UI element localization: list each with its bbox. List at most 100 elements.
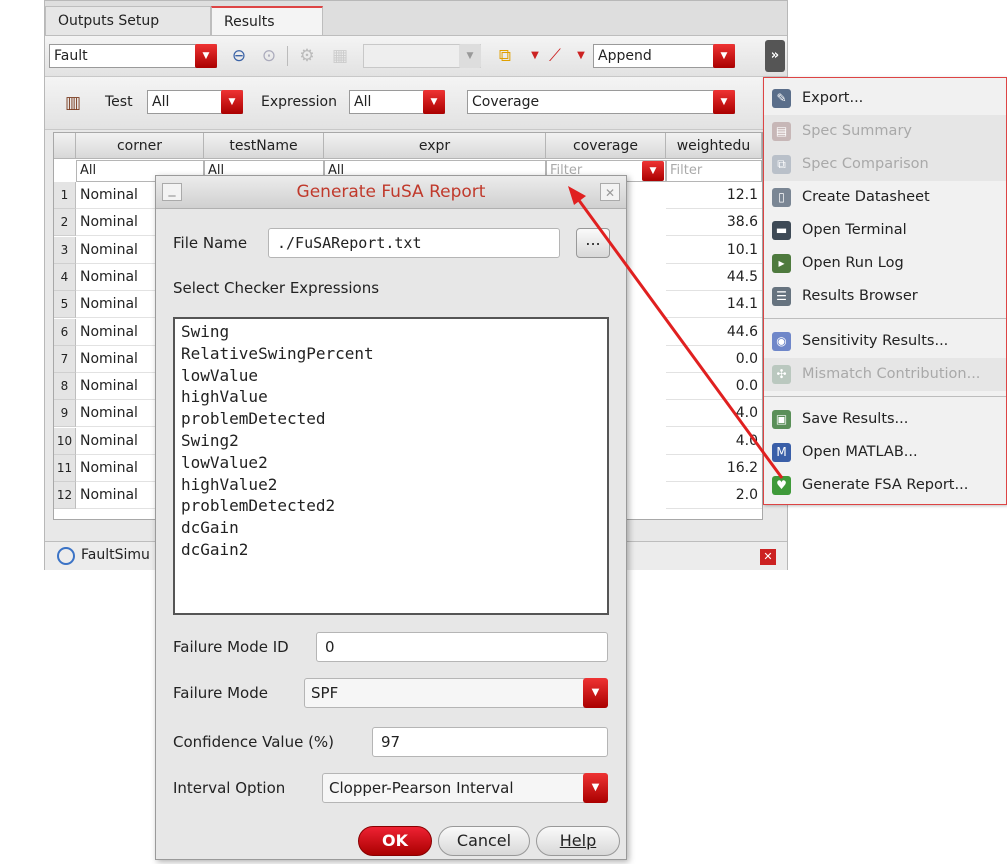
tab-outputs-setup[interactable]: Outputs Setup: [45, 6, 211, 35]
weighted-cell[interactable]: 0.0: [666, 346, 762, 373]
weighted-cell[interactable]: 44.6: [666, 319, 762, 346]
expression-item[interactable]: Swing: [181, 321, 601, 343]
weighted-cell[interactable]: 10.1: [666, 237, 762, 264]
menu-item-generate-fsa-report[interactable]: ♥ Generate FSA Report...: [764, 469, 1006, 502]
column-header-testname[interactable]: testName: [204, 133, 324, 159]
failure-mode-id-input[interactable]: 0: [316, 632, 608, 662]
column-header-corner[interactable]: corner: [76, 133, 204, 159]
column-header-coverage[interactable]: coverage: [546, 133, 666, 159]
expression-item[interactable]: lowValue: [181, 365, 601, 387]
file-name-label: File Name: [173, 234, 248, 252]
row-number[interactable]: 5: [54, 291, 76, 319]
tab-results[interactable]: Results: [211, 6, 323, 35]
chevron-down-icon[interactable]: ▼: [642, 161, 664, 181]
menu-item-save-results[interactable]: ▣ Save Results...: [764, 403, 1006, 436]
plot-icon[interactable]: ⟋: [543, 44, 567, 68]
menu-item-label: Create Datasheet: [802, 189, 930, 205]
confidence-value-input[interactable]: 97: [372, 727, 608, 757]
menu-item-open-matlab[interactable]: M Open MATLAB...: [764, 436, 1006, 469]
browse-button[interactable]: ...: [576, 228, 610, 258]
chevron-down-icon: ▼: [583, 678, 608, 708]
menu-item-open-terminal[interactable]: ▬ Open Terminal: [764, 214, 1006, 247]
ok-button[interactable]: OK: [358, 826, 432, 856]
file-name-input[interactable]: ./FuSAReport.txt: [268, 228, 560, 258]
menu-item-open-run-log[interactable]: ▸ Open Run Log: [764, 247, 1006, 280]
filter-icon[interactable]: ▥: [61, 91, 85, 115]
table-icon[interactable]: ▦: [328, 44, 352, 68]
expression-item[interactable]: lowValue2: [181, 452, 601, 474]
back-icon[interactable]: ⊖: [227, 44, 251, 68]
expression-item[interactable]: RelativeSwingPercent: [181, 343, 601, 365]
row-number[interactable]: 1: [54, 182, 76, 209]
forward-icon[interactable]: ⊙: [257, 44, 281, 68]
row-number[interactable]: 9: [54, 400, 76, 428]
column-header-weighted[interactable]: weightedu: [666, 133, 762, 159]
expression-select-value: All: [354, 94, 372, 110]
toolbar-overflow-button[interactable]: »: [765, 40, 785, 72]
expression-item[interactable]: Swing2: [181, 430, 601, 452]
row-number[interactable]: 7: [54, 345, 76, 373]
chevron-down-icon: ▼: [459, 44, 481, 68]
column-header-expr[interactable]: expr: [324, 133, 546, 159]
test-select[interactable]: All ▼: [147, 90, 243, 114]
menu-item-label: Save Results...: [802, 411, 909, 427]
weighted-cell[interactable]: 38.6: [666, 209, 762, 237]
expression-item[interactable]: dcGain: [181, 517, 601, 539]
close-icon[interactable]: ✕: [760, 549, 776, 565]
row-number[interactable]: 10: [54, 427, 76, 455]
close-icon[interactable]: ✕: [600, 183, 620, 201]
menu-item-label: Open Terminal: [802, 222, 907, 238]
checker-expressions-list[interactable]: Swing RelativeSwingPercent lowValue highVal…: [173, 317, 609, 615]
help-button[interactable]: Help: [536, 826, 620, 856]
menu-item-icon: M: [772, 443, 791, 462]
status-item[interactable]: FaultSimu: [81, 547, 150, 563]
row-number[interactable]: 6: [54, 318, 76, 346]
menu-item-export[interactable]: ✎ Export...: [764, 82, 1006, 115]
menu-item-label: Open Run Log: [802, 255, 904, 271]
menu-item-icon: ☰: [772, 287, 791, 306]
chevron-down-icon: ▼: [713, 90, 735, 114]
weighted-cell[interactable]: 4.0: [666, 428, 762, 455]
weighted-cell[interactable]: 4.0: [666, 400, 762, 428]
row-number[interactable]: 2: [54, 209, 76, 237]
row-number[interactable]: 12: [54, 482, 76, 510]
row-number[interactable]: 3: [54, 236, 76, 264]
expression-item[interactable]: highValue2: [181, 474, 601, 496]
expression-item[interactable]: dcGain2: [181, 539, 601, 561]
interval-option-select[interactable]: Clopper-Pearson Interval ▼: [322, 773, 608, 803]
clock-icon: [57, 547, 75, 565]
fault-select[interactable]: Fault ▼: [49, 44, 217, 68]
failure-mode-select[interactable]: SPF ▼: [304, 678, 608, 708]
append-select[interactable]: Append ▼: [593, 44, 735, 68]
settings-icon[interactable]: ⚙: [295, 44, 319, 68]
menu-item-label: Generate FSA Report...: [802, 477, 969, 493]
view-select[interactable]: Coverage ▼: [467, 90, 735, 114]
weighted-cell[interactable]: 16.2: [666, 455, 762, 482]
row-number[interactable]: 8: [54, 373, 76, 401]
menu-separator: [764, 396, 1006, 397]
expression-select[interactable]: All ▼: [349, 90, 445, 114]
weighted-cell[interactable]: 12.1: [666, 182, 762, 209]
cancel-button[interactable]: Cancel: [438, 826, 530, 856]
row-number[interactable]: 11: [54, 455, 76, 482]
plot-dropdown-icon[interactable]: ▼: [569, 44, 593, 68]
expression-item[interactable]: problemDetected: [181, 408, 601, 430]
expression-item[interactable]: problemDetected2: [181, 495, 601, 517]
weighted-filter[interactable]: Filter: [666, 160, 762, 182]
row-number[interactable]: 4: [54, 263, 76, 291]
menu-item-sensitivity-results[interactable]: ◉ Sensitivity Results...: [764, 325, 1006, 358]
confidence-value-label: Confidence Value (%): [173, 733, 335, 751]
weighted-cell[interactable]: 0.0: [666, 373, 762, 401]
minimize-icon[interactable]: _: [162, 182, 182, 201]
weighted-cell[interactable]: 44.5: [666, 264, 762, 291]
menu-item-label: Results Browser: [802, 288, 918, 304]
menu-item-icon: ✎: [772, 89, 791, 108]
menu-item-create-datasheet[interactable]: ▯ Create Datasheet: [764, 181, 1006, 214]
test-label: Test: [105, 94, 133, 110]
menu-item-results-browser[interactable]: ☰ Results Browser: [764, 280, 1006, 313]
expression-item[interactable]: highValue: [181, 386, 601, 408]
refresh-icon[interactable]: ⧉: [493, 44, 517, 68]
weighted-cell[interactable]: 14.1: [666, 291, 762, 319]
dialog-title-bar[interactable]: Generate FuSA Report _ ✕: [156, 176, 626, 209]
weighted-cell[interactable]: 2.0: [666, 482, 762, 510]
